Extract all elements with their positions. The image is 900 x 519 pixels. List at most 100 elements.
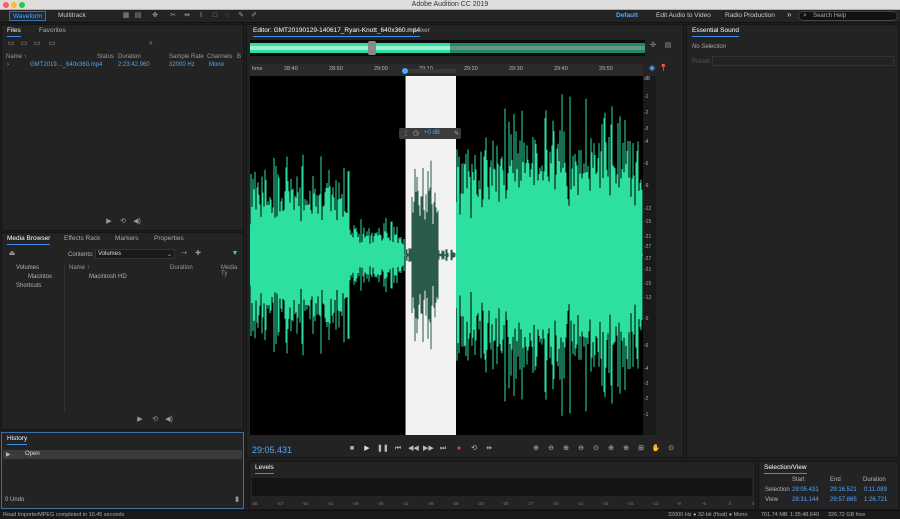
time-ruler[interactable]: hms 28:40 28:50 29:00 29:10 29:20 29:30 … — [250, 64, 643, 76]
move-tool-icon[interactable]: ✥ — [151, 12, 159, 20]
workspace-radio-production[interactable]: Radio Production — [725, 12, 775, 19]
slip-tool-icon[interactable]: ⇹ — [183, 12, 191, 20]
list-item[interactable]: ▶ Open — [3, 450, 242, 459]
loop-icon[interactable]: ⟲ — [469, 444, 479, 454]
col-bit[interactable]: B — [237, 54, 241, 60]
skip-back-icon[interactable]: ⏮ — [393, 444, 403, 454]
tab-media-browser[interactable]: Media Browser — [7, 235, 51, 245]
col-media-duration[interactable]: Duration — [170, 265, 193, 271]
tab-essential-sound[interactable]: Essential Sound — [692, 27, 739, 37]
razor-tool-icon[interactable]: ✂ — [169, 12, 177, 20]
overview-toggle-icon[interactable]: ▤ — [664, 42, 672, 50]
tab-favorites[interactable]: Favorites — [39, 27, 66, 34]
brush-tool-icon[interactable]: ✎ — [237, 12, 245, 20]
play-preview-icon[interactable]: ▶ — [105, 218, 113, 226]
tree-macintosh[interactable]: Macintos — [28, 274, 52, 280]
overview-waveform[interactable] — [250, 40, 645, 56]
close-file-icon[interactable]: ▭ — [48, 40, 56, 48]
go-icon[interactable]: ⇢ — [180, 250, 188, 258]
list-item[interactable]: Macintosh HD — [89, 274, 127, 280]
multitrack-view-button[interactable]: Multitrack — [55, 11, 89, 21]
view-duration[interactable]: 1:26.721 — [864, 497, 887, 503]
rewind-icon[interactable]: ◀◀ — [408, 444, 419, 454]
zoom-in-time-icon[interactable]: ⊕ — [561, 444, 571, 454]
pin-hud-icon[interactable]: ✎ — [454, 130, 459, 137]
col-media-type[interactable]: Media Ty — [221, 265, 243, 277]
zoom-in-right-icon[interactable]: ⊕ — [621, 444, 631, 454]
stop-icon[interactable]: ■ — [347, 444, 357, 454]
col-duration[interactable]: Duration — [118, 54, 141, 60]
zoom-selection-icon[interactable]: ⊞ — [636, 444, 646, 454]
time-selection-tool-icon[interactable]: Ⅰ — [197, 12, 205, 20]
selection-end[interactable]: 29:16.521 — [830, 487, 857, 493]
spectral-pitch-icon[interactable]: ▤ — [134, 12, 142, 20]
tab-properties[interactable]: Properties — [154, 235, 184, 242]
workspace-default[interactable]: Default — [616, 12, 638, 19]
waveform-view-button[interactable]: Waveform — [9, 11, 47, 21]
insert-multitrack-icon[interactable]: ▭ — [33, 40, 41, 48]
preset-select[interactable] — [712, 56, 894, 66]
selection-range-marker[interactable] — [405, 69, 456, 73]
skip-selection-icon[interactable]: ⇹ — [484, 444, 494, 454]
col-media-name[interactable]: Name ↑ — [69, 265, 90, 271]
zoom-navigator-icon[interactable]: ✣ — [649, 42, 657, 50]
tab-levels[interactable]: Levels — [255, 464, 274, 474]
tab-files[interactable]: Files — [7, 27, 21, 37]
lasso-tool-icon[interactable]: ◌ — [223, 12, 231, 20]
contents-select[interactable]: Volumes ⌄ — [95, 249, 175, 259]
pause-icon[interactable]: ❚❚ — [377, 444, 389, 454]
trash-icon[interactable]: ▮ — [233, 496, 241, 504]
play-icon[interactable]: ▶ — [362, 444, 372, 454]
zoom-in-amplitude-icon[interactable]: ⊕ — [531, 444, 541, 454]
record-icon[interactable]: ● — [454, 444, 464, 454]
volume-icon[interactable]: ◀) — [165, 416, 173, 424]
hand-icon[interactable]: ✋ — [651, 444, 661, 454]
zoom-full-icon[interactable]: ⊙ — [591, 444, 601, 454]
col-channels[interactable]: Channels — [207, 54, 232, 60]
tab-markers[interactable]: Markers — [115, 235, 138, 242]
tab-selection-view[interactable]: Selection/View — [764, 464, 807, 474]
search-help-input[interactable]: ⌕ Search Help — [798, 11, 898, 21]
volume-icon[interactable]: ◀) — [133, 218, 141, 226]
tab-effects-rack[interactable]: Effects Rack — [64, 235, 100, 242]
workspace-overflow-icon[interactable]: » — [787, 10, 791, 19]
view-start[interactable]: 28:31.144 — [792, 497, 819, 503]
col-sample-rate[interactable]: Sample Rate — [169, 54, 204, 60]
tree-volumes[interactable]: Volumes — [16, 265, 39, 271]
view-end[interactable]: 29:57.865 — [830, 497, 857, 503]
zoom-playhead-icon[interactable]: ⊙ — [666, 444, 676, 454]
tab-editor[interactable]: Editor: GMT20190129-140617_Ryan-Knott_64… — [253, 27, 420, 37]
new-file-icon[interactable]: ▭ — [20, 40, 28, 48]
sync-icon[interactable]: ◉ — [648, 65, 656, 73]
col-status[interactable]: Status — [97, 54, 114, 60]
play-preview-icon[interactable]: ▶ — [136, 416, 144, 424]
zoom-in-left-icon[interactable]: ⊕ — [606, 444, 616, 454]
selection-duration[interactable]: 0:11.089 — [864, 487, 887, 493]
drive-icon[interactable]: ⏏ — [8, 250, 16, 258]
tree-shortcuts[interactable]: Shortcuts — [16, 283, 41, 289]
expand-arrow-icon[interactable]: › — [7, 62, 9, 68]
selection-start[interactable]: 29:05.431 — [792, 487, 819, 493]
spot-healing-tool-icon[interactable]: ✐ — [250, 12, 258, 20]
marquee-tool-icon[interactable]: □ — [211, 12, 219, 20]
filter-icon[interactable]: ▼ — [231, 250, 239, 258]
table-row[interactable]: › GMT2019…_640x360.mp4 2:23:42.960 32000… — [2, 62, 243, 71]
col-name[interactable]: Name ↑ — [6, 54, 27, 60]
loop-preview-icon[interactable]: ⟲ — [151, 416, 159, 424]
zoom-out-amplitude-icon[interactable]: ⊖ — [546, 444, 556, 454]
spectral-frequency-icon[interactable]: ▦ — [122, 12, 130, 20]
skip-forward-icon[interactable]: ⏭ — [438, 444, 448, 454]
zoom-out-time-icon[interactable]: ⊖ — [576, 444, 586, 454]
gain-knob-icon[interactable]: ◷ — [413, 129, 419, 137]
gain-value[interactable]: +0 dB — [424, 130, 440, 136]
playhead-handle[interactable] — [402, 68, 408, 74]
import-file-icon[interactable]: ▭ — [7, 40, 15, 48]
tab-history[interactable]: History — [7, 435, 28, 445]
pin-icon[interactable]: 📍 — [659, 65, 668, 73]
loop-preview-icon[interactable]: ⟲ — [119, 218, 127, 226]
tab-mixer[interactable]: Mixer — [414, 27, 430, 34]
gain-hud[interactable]: ⋮ ◷ +0 dB ✎ — [399, 128, 461, 139]
workspace-edit-audio-to-video[interactable]: Edit Audio to Video — [656, 12, 711, 19]
fast-forward-icon[interactable]: ▶▶ — [423, 444, 434, 454]
files-search-icon[interactable]: ⌕ — [147, 40, 155, 48]
